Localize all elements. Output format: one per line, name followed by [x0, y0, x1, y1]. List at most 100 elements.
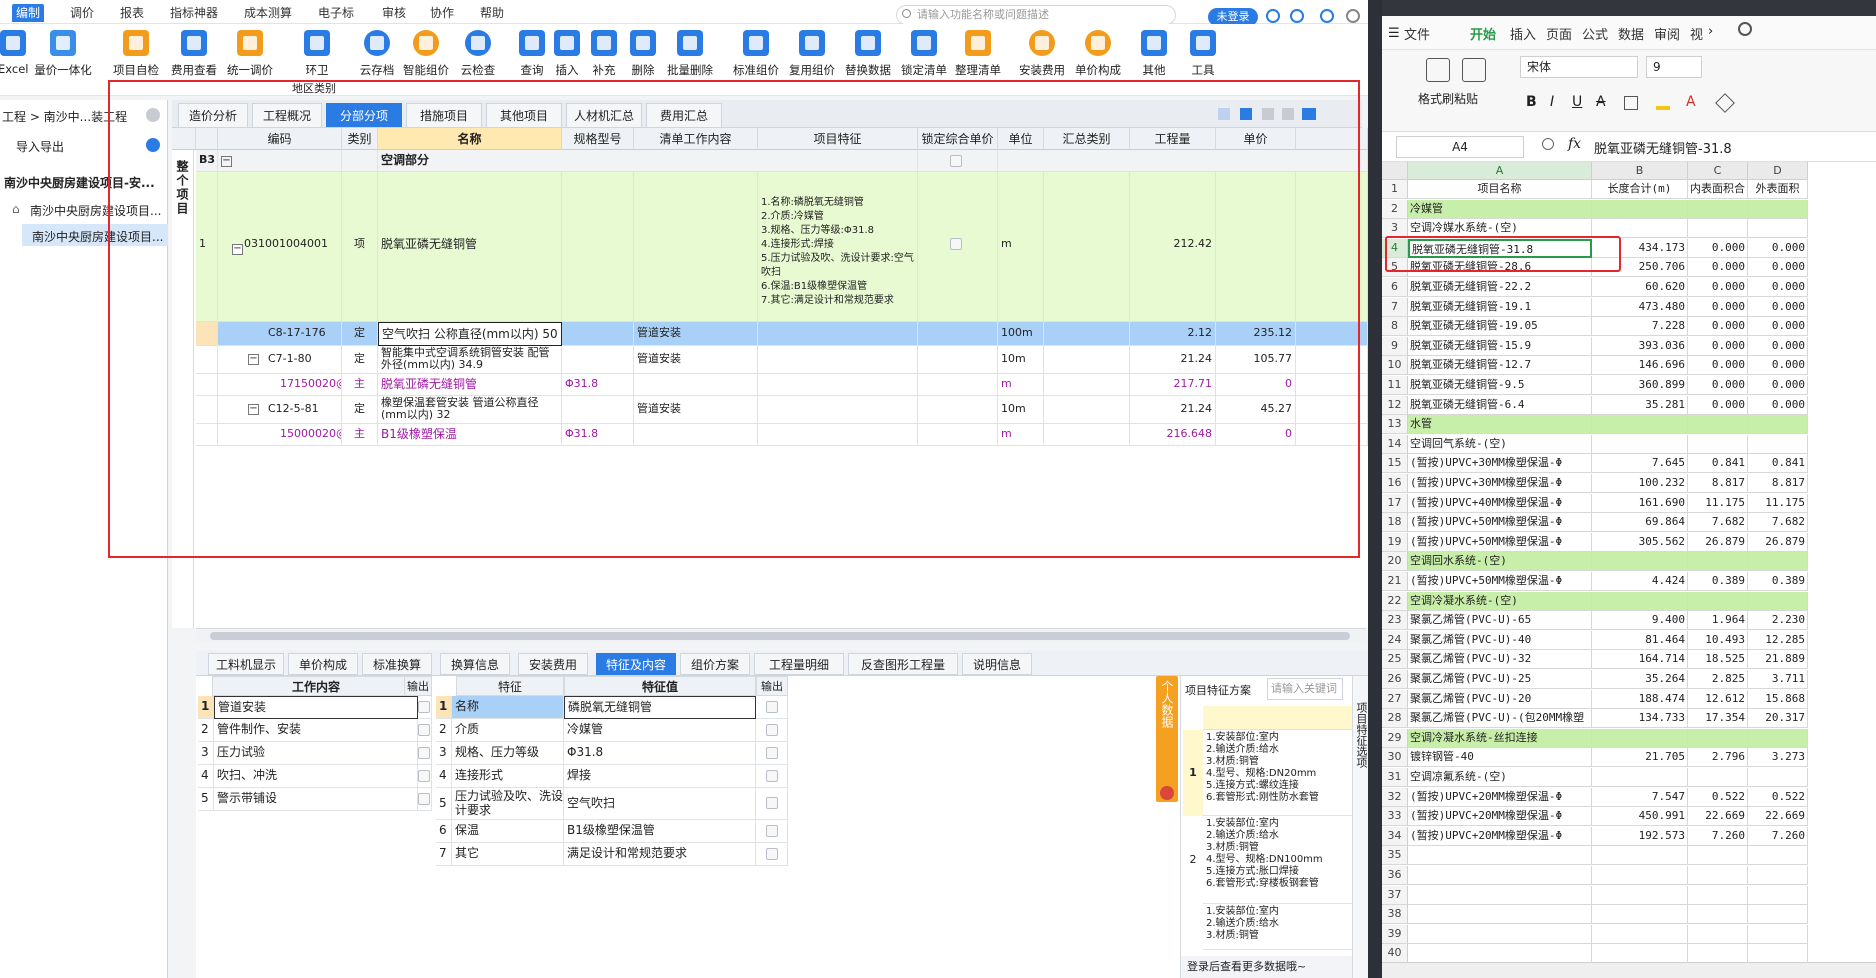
- function-search-input[interactable]: 请输入功能名称或问题描述: [896, 5, 1176, 25]
- sheet-cell[interactable]: [1748, 924, 1808, 944]
- row-header[interactable]: 27: [1382, 689, 1408, 709]
- column-header[interactable]: A: [1408, 162, 1592, 180]
- sheet-cell[interactable]: 0.000: [1688, 258, 1748, 278]
- row-header[interactable]: 33: [1382, 807, 1408, 827]
- work-item[interactable]: 管道安装: [214, 696, 418, 719]
- row-header[interactable]: 34: [1382, 826, 1408, 846]
- login-hint[interactable]: 登录后查看更多数据哦~: [1181, 956, 1353, 978]
- feature-key[interactable]: 连接形式: [452, 765, 564, 788]
- sheet-cell[interactable]: 20.317: [1748, 709, 1808, 729]
- sheet-cell[interactable]: 26.879: [1688, 532, 1748, 552]
- sheet-cell[interactable]: 7.547: [1592, 787, 1688, 807]
- sheet-cell[interactable]: 脱氧亚磷无缝铜管-19.05: [1408, 317, 1592, 337]
- sheet-cell[interactable]: 0.000: [1748, 238, 1808, 258]
- sheet-cell[interactable]: [1688, 944, 1748, 964]
- sheet-cell[interactable]: 0.000: [1748, 258, 1808, 278]
- sheet-cell[interactable]: [1748, 728, 1808, 748]
- sheet-cell[interactable]: [1688, 866, 1748, 885]
- help-icon[interactable]: [1320, 9, 1334, 23]
- feature-options-side[interactable]: 项目特征选项: [1352, 676, 1368, 978]
- sheet-cell[interactable]: 8.817: [1688, 474, 1748, 493]
- sheet-cell[interactable]: [1688, 415, 1748, 435]
- feature-value[interactable]: B1级橡塑保温管: [564, 820, 756, 843]
- sheet-cell[interactable]: [1748, 552, 1808, 572]
- sheet-cell[interactable]: 393.036: [1592, 336, 1688, 356]
- sheet-cell[interactable]: 空调凉氟系统-(空): [1408, 768, 1592, 787]
- sheet-cell[interactable]: 0.841: [1748, 454, 1808, 474]
- row-header[interactable]: 17: [1382, 493, 1408, 513]
- feature-key[interactable]: 介质: [452, 719, 564, 742]
- sheet-cell[interactable]: 0.000: [1688, 297, 1748, 317]
- paste-icon[interactable]: [1462, 58, 1486, 82]
- sheet-cell[interactable]: 21.889: [1748, 650, 1808, 670]
- sheet-cell[interactable]: [1592, 552, 1688, 572]
- menu-edit[interactable]: 编制: [12, 4, 45, 22]
- sheet-cell[interactable]: 0.000: [1748, 278, 1808, 297]
- work-item[interactable]: 管件制作、安装: [214, 719, 418, 742]
- menu-index[interactable]: 指标神器: [166, 4, 222, 22]
- work-item[interactable]: 压力试验: [214, 742, 418, 765]
- sheet-cell[interactable]: [1748, 199, 1808, 219]
- wps-menu-review[interactable]: 审阅: [1654, 24, 1680, 43]
- row-header[interactable]: 26: [1382, 670, 1408, 689]
- row-header[interactable]: 8: [1382, 317, 1408, 337]
- sheet-cell[interactable]: [1592, 905, 1688, 925]
- font-color-icon[interactable]: A: [1686, 94, 1696, 110]
- sheet-cell[interactable]: [1408, 846, 1592, 866]
- sheet-cell[interactable]: 473.480: [1592, 297, 1688, 317]
- sheet-cell[interactable]: 188.474: [1592, 689, 1688, 709]
- row-header[interactable]: 20: [1382, 552, 1408, 572]
- sheet-cell[interactable]: 7.260: [1748, 826, 1808, 846]
- sheet-cell[interactable]: [1592, 944, 1688, 964]
- sheet-cell[interactable]: 2.796: [1688, 748, 1748, 768]
- column-header[interactable]: D: [1748, 162, 1808, 180]
- sheet-cell[interactable]: 12.285: [1748, 630, 1808, 650]
- menu-e-bid[interactable]: 电子标: [314, 4, 358, 22]
- tab-conversion-info[interactable]: 换算信息: [440, 653, 510, 675]
- sheet-cell[interactable]: [1592, 415, 1688, 435]
- sheet-cell[interactable]: [1688, 924, 1748, 944]
- sheet-cell[interactable]: 11.175: [1748, 493, 1808, 513]
- format-painter-label[interactable]: 格式刷: [1418, 90, 1454, 107]
- row-header[interactable]: 10: [1382, 356, 1408, 376]
- sheet-cell[interactable]: 0.000: [1748, 356, 1808, 376]
- sheet-cell[interactable]: (暂按)UPVC+20MM橡塑保温-Φ: [1408, 807, 1592, 827]
- feature-output-checkbox[interactable]: [766, 825, 778, 837]
- sheet-cell[interactable]: 21.705: [1592, 748, 1688, 768]
- feature-value[interactable]: 焊接: [564, 765, 756, 788]
- sheet-cell[interactable]: 0.000: [1688, 317, 1748, 337]
- zoom-icon[interactable]: [1542, 138, 1554, 150]
- paste-label[interactable]: 粘贴: [1454, 90, 1478, 107]
- menu-cost[interactable]: 成本测算: [240, 4, 296, 22]
- sheet-cell[interactable]: 0.522: [1748, 787, 1808, 807]
- sheet-cell[interactable]: 0.389: [1688, 572, 1748, 591]
- sheet-cell[interactable]: (暂按)UPVC+30MM橡塑保温-Φ: [1408, 454, 1592, 474]
- sheet-cell[interactable]: 脱氧亚磷无缝铜管-15.9: [1408, 336, 1592, 356]
- sheet-cell[interactable]: 0.000: [1688, 356, 1748, 376]
- sheet-cell[interactable]: [1688, 219, 1748, 239]
- sheet-cell[interactable]: (暂按)UPVC+50MM橡塑保温-Φ: [1408, 572, 1592, 591]
- personal-data-tab[interactable]: 个人数据: [1156, 676, 1178, 802]
- sheet-cell[interactable]: 聚氯乙烯管(PVC-U)-25: [1408, 670, 1592, 689]
- sheet-cell[interactable]: 脱氧亚磷无缝铜管-9.5: [1408, 376, 1592, 395]
- sheet-cell[interactable]: [1408, 944, 1592, 964]
- sheet-cell[interactable]: 镀锌钢管-40: [1408, 748, 1592, 768]
- feature-output-checkbox[interactable]: [766, 848, 778, 860]
- row-header[interactable]: 1: [1382, 180, 1408, 199]
- sheet-cell[interactable]: 0.000: [1748, 336, 1808, 356]
- wps-menu-view[interactable]: 视: [1690, 24, 1703, 43]
- sheet-cell[interactable]: 聚氯乙烯管(PVC-U)-(包20MM橡塑: [1408, 709, 1592, 729]
- row-header[interactable]: 23: [1382, 611, 1408, 631]
- font-size-select[interactable]: 9: [1646, 56, 1702, 78]
- sheet-cell[interactable]: 10.493: [1688, 630, 1748, 650]
- sheet-cell[interactable]: (暂按)UPVC+50MM橡塑保温-Φ: [1408, 513, 1592, 533]
- sheet-cell[interactable]: 0.389: [1748, 572, 1808, 591]
- header-cell[interactable]: 长度合计(m): [1592, 180, 1688, 199]
- sheet-cell[interactable]: 81.464: [1592, 630, 1688, 650]
- fx-icon[interactable]: fx: [1568, 136, 1581, 152]
- sheet-cell[interactable]: 60.620: [1592, 278, 1688, 297]
- sheet-cell[interactable]: 聚氯乙烯管(PVC-U)-65: [1408, 611, 1592, 631]
- output-checkbox[interactable]: [418, 747, 430, 759]
- tab-price-composition[interactable]: 单价构成: [288, 653, 358, 675]
- wps-menu-insert[interactable]: 插入: [1510, 24, 1536, 43]
